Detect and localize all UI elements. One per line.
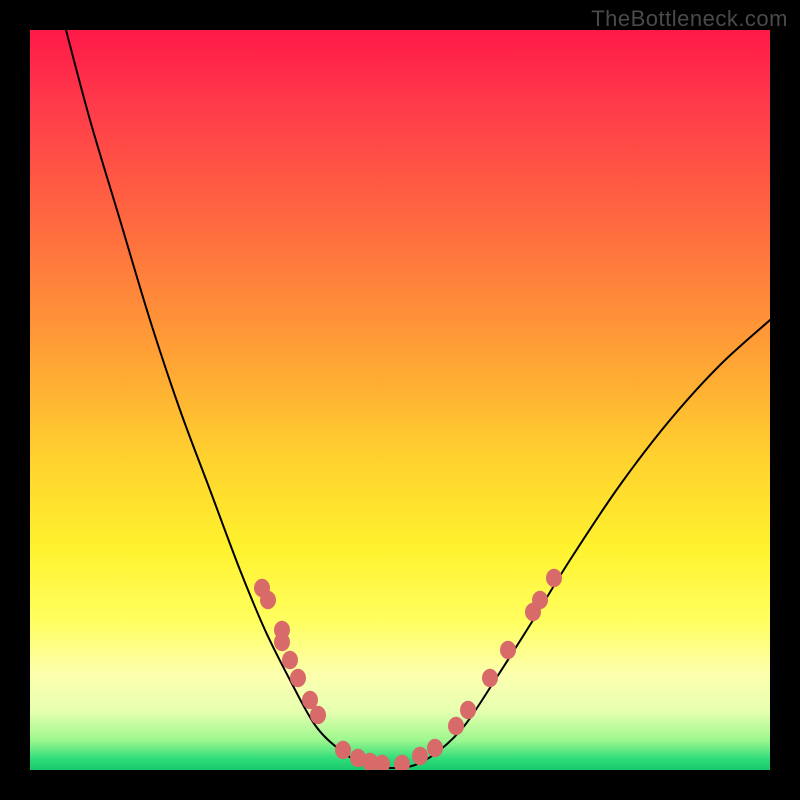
data-marker — [394, 755, 410, 770]
marker-group — [254, 569, 562, 770]
watermark-text: TheBottleneck.com — [591, 6, 788, 32]
data-marker — [274, 633, 290, 651]
data-marker — [260, 591, 276, 609]
stage: TheBottleneck.com — [0, 0, 800, 800]
chart-svg — [30, 30, 770, 770]
data-marker — [335, 741, 351, 759]
data-marker — [532, 591, 548, 609]
data-marker — [412, 747, 428, 765]
data-marker — [282, 651, 298, 669]
data-marker — [546, 569, 562, 587]
plot-area — [30, 30, 770, 770]
data-marker — [500, 641, 516, 659]
data-marker — [427, 739, 443, 757]
data-marker — [482, 669, 498, 687]
data-marker — [290, 669, 306, 687]
data-marker — [448, 717, 464, 735]
data-marker — [460, 701, 476, 719]
bottleneck-curve — [66, 30, 770, 768]
data-marker — [310, 706, 326, 724]
